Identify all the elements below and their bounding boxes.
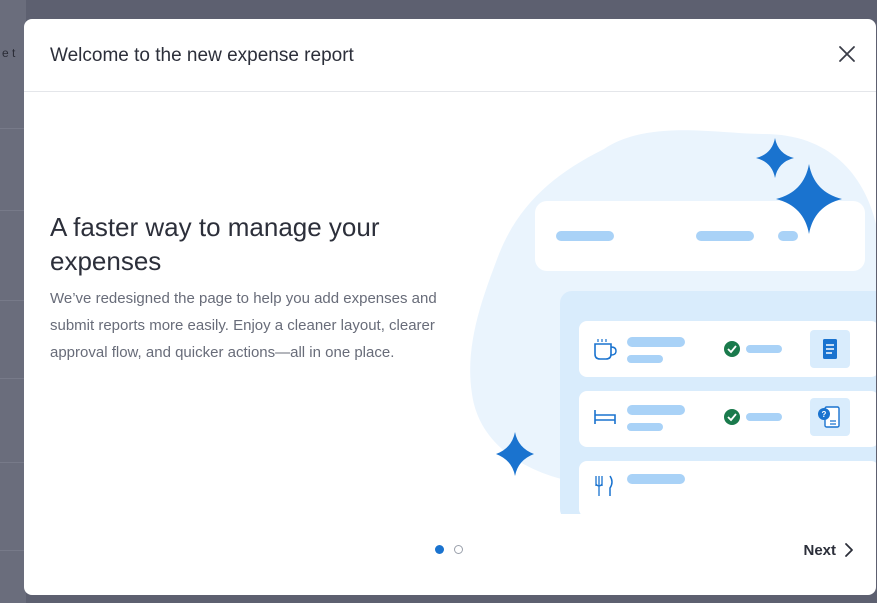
checkmark-icon [724,341,740,357]
background-divider [0,300,24,301]
row-bar [746,413,782,421]
svg-text:?: ? [822,410,827,419]
dialog-title: Welcome to the new expense report [50,45,354,66]
row-bar [627,474,685,484]
row-bar [627,337,685,347]
close-button[interactable] [832,39,862,69]
chevron-right-icon [845,543,853,557]
row-bar [627,423,663,431]
background-divider [0,210,24,211]
row-bar [746,345,782,353]
receipt-icon [823,339,837,359]
expense-row [579,461,876,514]
pager-dot-active[interactable] [435,545,444,554]
expense-illustration: ? [470,130,876,514]
background-divider [0,378,24,379]
summary-bar [556,231,614,241]
checkmark-icon [724,409,740,425]
summary-bar [778,231,798,241]
pagination [435,545,463,554]
background-divider [0,550,24,551]
background-strip [0,0,26,603]
page-description: We’ve redesigned the page to help you ad… [50,290,437,361]
next-button[interactable]: Next [803,538,854,562]
row-bar [627,405,685,415]
summary-bar [696,231,754,241]
next-label: Next [803,541,836,559]
page-headline: A faster way to manage your expenses [50,212,380,276]
dialog-header: Welcome to the new expense report [24,19,876,92]
background-divider [0,462,24,463]
welcome-dialog: Welcome to the new expense report A fast… [24,19,876,595]
pager-dot[interactable] [454,545,463,554]
row-bar [627,355,663,363]
background-text: e t [2,46,16,60]
close-icon [839,46,855,62]
background-divider [0,128,24,129]
